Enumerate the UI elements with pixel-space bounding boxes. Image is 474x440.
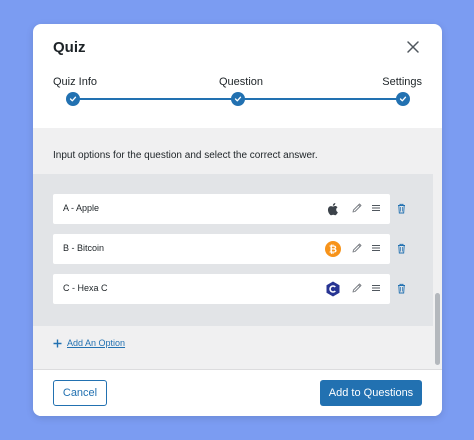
trash-icon[interactable] (397, 243, 406, 254)
step-dot-quiz-info[interactable] (66, 92, 80, 106)
checkmark-icon (399, 96, 407, 102)
drag-handle-icon[interactable] (371, 283, 381, 293)
trash-icon[interactable] (397, 283, 406, 294)
option-row-c[interactable]: C - Hexa C (53, 274, 390, 304)
option-label: A - Apple (63, 203, 100, 213)
option-label: C - Hexa C (63, 283, 108, 293)
drag-handle-icon[interactable] (371, 203, 381, 213)
modal-content: Input options for the question and selec… (33, 128, 442, 369)
close-button[interactable] (404, 38, 422, 56)
step-label-quiz-info: Quiz Info (53, 76, 98, 88)
option-label: B - Bitcoin (63, 243, 105, 253)
modal-footer: Cancel Add to Questions (33, 369, 442, 416)
plus-icon (53, 339, 62, 347)
step-label-settings: Settings (382, 76, 422, 88)
options-list: A - Apple B - Bitcoin ₿ C - Hexa C (33, 174, 433, 326)
add-to-questions-button[interactable]: Add to Questions (320, 380, 422, 406)
pencil-icon[interactable] (351, 282, 363, 294)
cancel-button[interactable]: Cancel (53, 380, 107, 406)
step-label-question: Question (219, 76, 264, 88)
step-dot-settings[interactable] (396, 92, 410, 106)
quiz-modal: Quiz Quiz Info Question Settings Input o… (33, 24, 442, 416)
apple-icon (327, 203, 338, 216)
scrollbar-thumb[interactable] (435, 293, 440, 365)
instruction-text: Input options for the question and selec… (53, 150, 318, 161)
trash-icon[interactable] (397, 203, 406, 214)
pencil-icon[interactable] (351, 202, 363, 214)
bitcoin-icon: ₿ (325, 241, 341, 257)
option-row-a[interactable]: A - Apple (53, 194, 390, 224)
c-language-icon (326, 281, 340, 297)
option-row-b[interactable]: B - Bitcoin ₿ (53, 234, 390, 264)
drag-handle-icon[interactable] (371, 243, 381, 253)
checkmark-icon (69, 96, 77, 102)
svg-text:₿: ₿ (329, 244, 337, 256)
step-dot-question[interactable] (231, 92, 245, 106)
close-icon (407, 41, 419, 53)
add-option-link[interactable]: Add An Option (53, 338, 125, 348)
pencil-icon[interactable] (351, 242, 363, 254)
checkmark-icon (234, 96, 242, 102)
modal-title: Quiz (53, 39, 86, 56)
add-option-label: Add An Option (67, 338, 126, 348)
